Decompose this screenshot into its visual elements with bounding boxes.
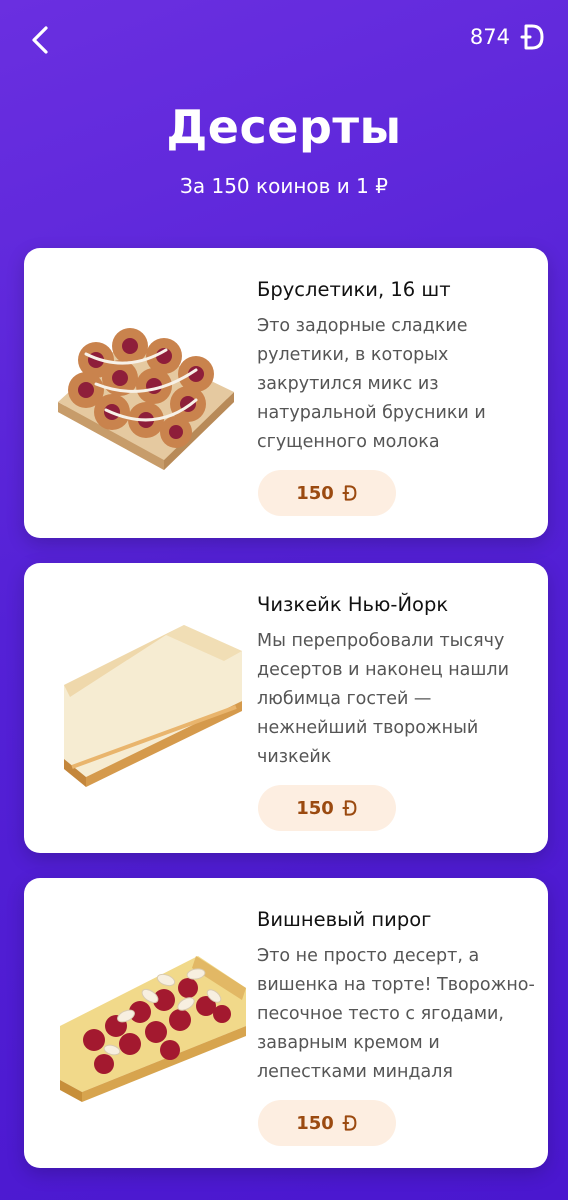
product-title: Бруслетики, 16 шт — [257, 278, 451, 301]
rolls-image — [58, 328, 234, 470]
page-title: Десерты — [166, 100, 402, 154]
product-description: Мы перепробовали тысячу десертов и након… — [257, 631, 509, 767]
back-button[interactable] — [24, 20, 60, 60]
cheesecake-image — [64, 625, 242, 787]
hero: Десерты За 150 коинов и 1 ₽ — [0, 100, 568, 198]
page-subtitle: За 150 коинов и 1 ₽ — [180, 174, 388, 198]
product-title: Вишневый пирог — [257, 908, 432, 931]
product-card-bruslettiki[interactable]: Бруслетики, 16 шт Это задорные сладкие р… — [24, 248, 548, 538]
price-value: 150 — [296, 482, 334, 504]
product-card-cherry-pie[interactable]: Вишневый пирог Это не просто десерт, а в… — [24, 878, 548, 1168]
buy-button[interactable]: 150 — [258, 470, 396, 516]
balance-value: 874 — [469, 25, 510, 49]
product-description: Это задорные сладкие рулетики, в которых… — [257, 316, 486, 452]
price-value: 150 — [296, 797, 334, 819]
product-title: Чизкейк Нью-Йорк — [257, 593, 449, 616]
coin-icon — [342, 485, 357, 501]
cherry-pie-image — [60, 956, 246, 1102]
coin-icon — [342, 800, 357, 816]
product-description: Это не просто десерт, а вишенка на торте… — [257, 946, 535, 1082]
coin-icon — [520, 24, 544, 50]
price-value: 150 — [296, 1112, 334, 1134]
coin-balance: 874 — [470, 22, 546, 52]
chevron-left-icon — [32, 26, 48, 54]
buy-button[interactable]: 150 — [258, 1100, 396, 1146]
product-card-cheesecake[interactable]: Чизкейк Нью-Йорк Мы перепробовали тысячу… — [24, 563, 548, 853]
coin-icon — [342, 1115, 357, 1131]
buy-button[interactable]: 150 — [258, 785, 396, 831]
top-bar: 874 — [0, 0, 568, 80]
